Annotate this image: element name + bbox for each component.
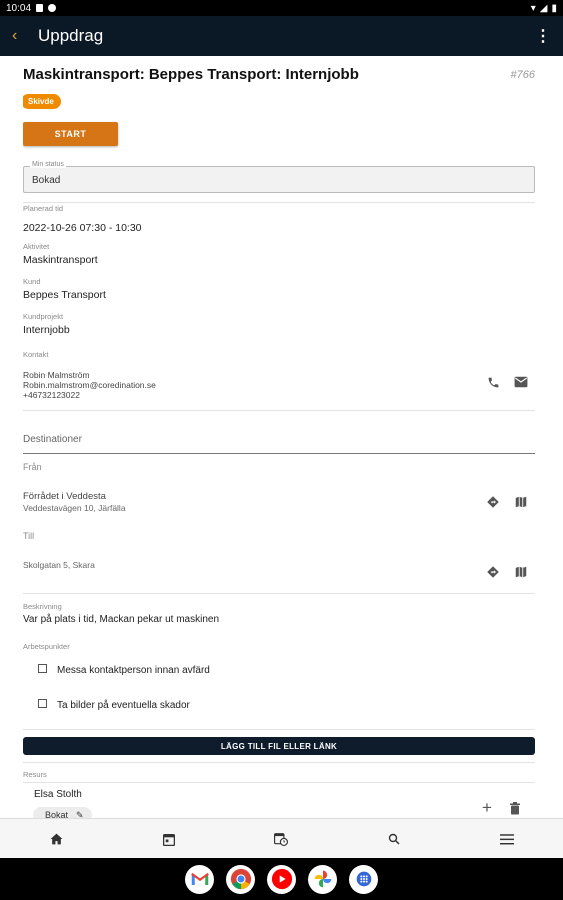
region-badge: Skivde — [23, 94, 61, 109]
resource-label: Resurs — [23, 770, 47, 779]
resource-name: Elsa Stolth — [34, 789, 82, 800]
to-address: Skolgatan 5, Skara — [23, 560, 95, 570]
from-address: Veddestavägen 10, Järfälla — [23, 503, 126, 513]
job-id: #766 — [510, 69, 535, 81]
my-status-field[interactable]: Min status Bokad — [23, 161, 535, 193]
phone-icon[interactable] — [485, 374, 501, 390]
home-icon[interactable] — [41, 824, 71, 854]
activity-value: Maskintransport — [23, 254, 98, 266]
divider — [23, 202, 535, 203]
job-detail: Maskintransport: Beppes Transport: Inter… — [23, 56, 535, 818]
description-value: Var på plats i tid, Mackan pekar ut mask… — [23, 614, 220, 625]
my-status-label: Min status — [30, 161, 66, 168]
pencil-icon: ✎ — [76, 809, 84, 819]
project-value: Internjobb — [23, 324, 70, 336]
map-icon[interactable] — [513, 494, 529, 510]
to-label: Till — [23, 531, 35, 541]
start-button[interactable]: START — [23, 122, 118, 146]
resource-status: Bokat — [45, 810, 69, 818]
destinations-underline — [23, 453, 535, 454]
gmail-icon[interactable] — [185, 864, 214, 894]
app-bar-title: Uppdrag — [38, 26, 104, 45]
from-label: Från — [23, 462, 42, 472]
delete-icon[interactable] — [507, 800, 523, 816]
system-status-bar: 10:04 ▾ ◢ ▮ — [0, 0, 563, 16]
planned-time-value: 2022-10-26 07:30 - 10:30 — [23, 222, 142, 234]
back-arrow-icon[interactable]: ‹ — [12, 27, 32, 45]
chrome-icon[interactable] — [226, 864, 255, 894]
work-point-label: Ta bilder på eventuella skador — [57, 700, 190, 711]
work-point-checkbox[interactable] — [38, 664, 47, 673]
add-file-or-link-button[interactable]: LÄGG TILL FIL ELLER LÄNK — [23, 737, 535, 755]
clock: 10:04 — [6, 2, 32, 14]
divider — [23, 410, 535, 411]
divider — [23, 782, 535, 783]
app-notification-icon — [48, 4, 57, 12]
youtube-icon[interactable] — [267, 864, 296, 894]
menu-icon[interactable] — [492, 824, 522, 854]
overflow-menu-icon[interactable]: ⋮ — [535, 26, 551, 46]
app-bar: ‹ Uppdrag ⋮ — [0, 16, 563, 56]
battery-icon: ▮ — [551, 2, 557, 14]
add-resource-icon[interactable]: + — [479, 798, 495, 817]
wifi-icon: ▾ — [530, 2, 536, 14]
activity-label: Aktivitet — [23, 242, 50, 251]
divider — [23, 729, 535, 730]
directions-icon[interactable] — [485, 564, 501, 580]
contact-label: Kontakt — [23, 350, 49, 359]
job-title: Maskintransport: Beppes Transport: Inter… — [23, 66, 359, 83]
resource-status-chip[interactable]: Bokat ✎ — [33, 807, 92, 818]
from-name: Förrådet i Veddesta — [23, 491, 106, 502]
divider — [23, 593, 535, 594]
destinations-heading: Destinationer — [23, 434, 82, 445]
calendar-clock-icon[interactable] — [266, 824, 296, 854]
work-point-label: Messa kontaktperson innan avfärd — [57, 665, 210, 676]
work-point-checkbox[interactable] — [38, 699, 47, 708]
search-icon[interactable] — [379, 824, 409, 854]
calendar-icon[interactable] — [154, 824, 184, 854]
photos-icon[interactable] — [308, 864, 337, 894]
email-icon[interactable] — [513, 374, 529, 390]
contact-phone[interactable]: +46732123022 — [23, 390, 80, 401]
my-status-value: Bokad — [32, 175, 61, 186]
notification-icon — [36, 4, 44, 12]
signal-icon: ◢ — [539, 2, 548, 14]
work-points-label: Arbetspunkter — [23, 642, 70, 651]
customer-value: Beppes Transport — [23, 289, 106, 301]
app-drawer-icon[interactable] — [349, 864, 378, 894]
bottom-navigation — [0, 818, 563, 859]
customer-label: Kund — [23, 277, 41, 286]
map-icon[interactable] — [513, 564, 529, 580]
system-dock — [0, 858, 563, 900]
directions-icon[interactable] — [485, 494, 501, 510]
project-label: Kundprojekt — [23, 312, 64, 321]
divider — [23, 762, 535, 763]
planned-time-label: Planerad tid — [23, 204, 64, 213]
description-label: Beskrivning — [23, 602, 62, 611]
